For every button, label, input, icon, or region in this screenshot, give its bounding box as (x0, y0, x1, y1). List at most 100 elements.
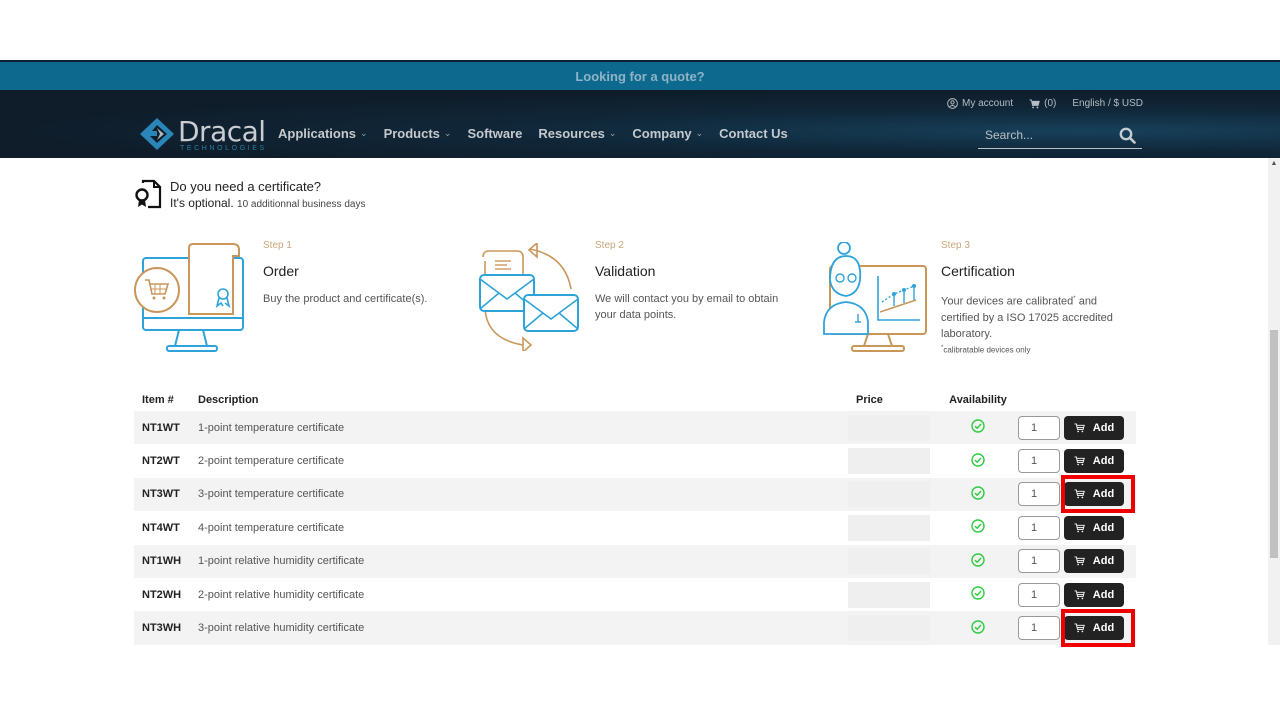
quantity-input[interactable] (1018, 482, 1060, 507)
quote-banner[interactable]: Looking for a quote? (0, 60, 1280, 90)
step-description: Your devices are calibrated* and certifi… (941, 295, 1113, 340)
email-exchange-icon (479, 243, 579, 351)
item-availability (938, 578, 1018, 611)
item-code: NT4WT (142, 521, 180, 534)
utility-links: My account (0) English / $ USD (947, 98, 1143, 109)
item-code: NT2WT (142, 455, 180, 468)
item-description: 1-point temperature certificate (190, 411, 848, 445)
cart-icon (1074, 523, 1085, 533)
cart-icon (1074, 456, 1085, 466)
menu-applications[interactable]: Applications ⌄ (278, 126, 368, 141)
add-to-cart-button[interactable]: Add (1064, 449, 1124, 474)
menu-software[interactable]: Software (467, 126, 522, 141)
item-availability (938, 511, 1018, 544)
quote-banner-label[interactable]: Looking for a quote? (575, 69, 704, 84)
add-to-cart-button[interactable]: Add (1064, 582, 1124, 607)
available-check-icon (971, 486, 985, 500)
step-title: Certification (941, 263, 1015, 279)
quantity-input[interactable] (1018, 616, 1060, 641)
table-row: NT2WH 2-point relative humidity certific… (134, 578, 1136, 611)
column-header-price: Price (856, 393, 883, 406)
certificate-prompt-title: Do you need a certificate? (170, 179, 322, 194)
item-actions: Add (1018, 578, 1136, 611)
scrollbar-thumb[interactable] (1270, 330, 1278, 558)
add-to-cart-button[interactable]: Add (1064, 415, 1124, 440)
available-check-icon (971, 452, 985, 467)
column-header-availability: Availability (949, 393, 1007, 406)
add-button-label: Add (1092, 555, 1115, 568)
menu-company[interactable]: Company ⌄ (632, 126, 703, 141)
quantity-input[interactable] (1018, 515, 1060, 540)
quantity-input[interactable] (1018, 415, 1060, 440)
cart-count: (0) (1044, 98, 1057, 109)
my-account-label: My account (962, 98, 1014, 109)
search-icon[interactable] (1119, 127, 1136, 144)
item-description: 1-point relative humidity certificate (190, 544, 848, 578)
add-to-cart-button[interactable]: Add (1064, 515, 1124, 540)
item-code: NT3WH (134, 611, 190, 645)
add-button-label: Add (1092, 455, 1115, 468)
item-actions: Add (1018, 411, 1136, 445)
cart-icon (1074, 423, 1085, 432)
item-price (848, 411, 938, 445)
locale-selector[interactable]: English / $ USD (1072, 98, 1143, 109)
item-description: 2-point relative humidity certificate (198, 588, 365, 601)
table-row: NT1WH 1-point relative humidity certific… (134, 544, 1136, 578)
add-button-label: Add (1092, 588, 1115, 601)
available-check-icon (971, 419, 985, 433)
item-actions: Add (1018, 475, 1136, 514)
price-placeholder (848, 448, 930, 475)
cart-link[interactable]: (0) (1029, 98, 1056, 109)
certificate-prompt: Do you need a certificate? It's optional… (134, 179, 365, 210)
column-header-item: Item # (142, 393, 174, 406)
menu-products[interactable]: Products ⌄ (384, 126, 452, 141)
add-to-cart-button[interactable]: Add (1064, 482, 1124, 507)
menu-resources[interactable]: Resources ⌄ (538, 126, 616, 141)
table-row: NT1WT 1-point temperature certificate Ad… (134, 411, 1136, 445)
step-order: Step 1 Order Buy the product and certifi… (263, 240, 453, 307)
logo-tagline: TECHNOLOGIES (180, 145, 267, 152)
chevron-down-icon: ⌄ (360, 128, 368, 138)
primary-menu: Applications ⌄ Products ⌄ Software Resourc… (278, 126, 788, 141)
vertical-scrollbar[interactable]: ▲ (1268, 158, 1280, 645)
available-check-icon (971, 619, 985, 634)
cart-icon (1074, 590, 1085, 599)
quantity-input[interactable] (1018, 449, 1060, 474)
certificate-document-icon (135, 179, 162, 209)
item-code: NT1WT (134, 411, 190, 445)
search-box (978, 122, 1142, 149)
scroll-up-arrow-icon[interactable]: ▲ (1270, 160, 1278, 168)
step-description: Buy the product and certificate(s). (263, 293, 428, 305)
item-price (848, 544, 938, 578)
search-input[interactable] (985, 128, 1105, 142)
add-button-label: Add (1092, 421, 1115, 434)
table-row: NT4WT 4-point temperature certificate Ad… (134, 511, 1136, 544)
optional-label: It's optional. (170, 196, 234, 210)
dracal-logo-mark-icon (140, 118, 174, 150)
price-placeholder (848, 615, 930, 642)
price-placeholder (848, 514, 930, 541)
table-row: NT3WT 3-point temperature certificate Ad… (134, 475, 1136, 514)
step-description: We will contact you by email to obtain y… (595, 293, 779, 321)
logo-wordmark: Dracal (178, 115, 266, 148)
add-to-cart-button[interactable]: Add (1064, 549, 1124, 574)
my-account-link[interactable]: My account (947, 98, 1013, 109)
item-code: NT1WH (134, 544, 190, 578)
chevron-down-icon: ⌄ (695, 128, 704, 138)
cart-icon (1074, 489, 1085, 499)
dracal-logo[interactable]: Dracal TECHNOLOGIES (138, 115, 267, 153)
add-to-cart-button[interactable]: Add (1064, 616, 1124, 641)
quantity-input[interactable] (1018, 549, 1060, 574)
table-row: NT3WH 3-point relative humidity certific… (134, 609, 1136, 648)
menu-software-label: Software (467, 126, 523, 141)
step-certification: Step 3 Certification Your devices are ca… (941, 240, 1131, 354)
table-header-row: Item # Description Price Availability (134, 388, 1136, 411)
add-button-label: Add (1092, 521, 1115, 534)
item-description: 3-point relative humidity certificate (190, 611, 848, 645)
quantity-input[interactable] (1018, 582, 1060, 607)
menu-contact-us[interactable]: Contact Us (719, 126, 788, 141)
item-availability (938, 611, 1018, 645)
available-check-icon (971, 586, 985, 600)
item-actions: Add (1018, 544, 1136, 578)
technician-chart-icon (823, 242, 927, 352)
